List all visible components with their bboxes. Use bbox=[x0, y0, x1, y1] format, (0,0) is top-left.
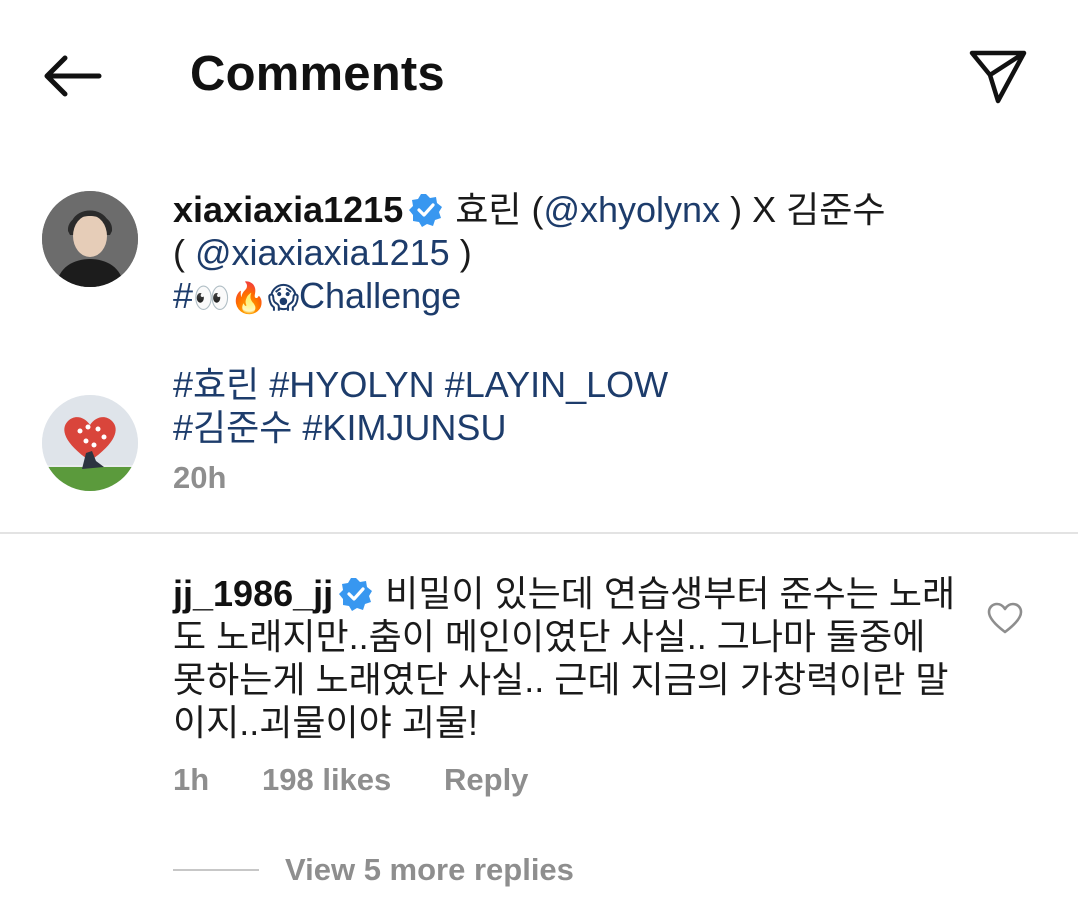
reply-button[interactable]: Reply bbox=[444, 762, 528, 798]
comment-username[interactable]: jj_1986_jj bbox=[173, 573, 333, 614]
header-bar: Comments bbox=[0, 0, 1078, 150]
hashtag-link[interactable]: #김준수 bbox=[173, 407, 292, 448]
like-button[interactable] bbox=[985, 598, 1025, 638]
eyes-emoji: 👀 bbox=[193, 281, 231, 316]
caption-text-part2: ) X 김준수 bbox=[720, 189, 886, 230]
paper-plane-icon bbox=[969, 50, 1027, 104]
caption-text-part4: ) bbox=[449, 232, 472, 273]
comment-text: jj_1986_jj 비밀이 있는데 연습생부터 준수는 노래도 노래지만..춤… bbox=[173, 572, 963, 744]
caption-avatar[interactable] bbox=[42, 191, 138, 287]
mention-link[interactable]: @xiaxiaxia1215 bbox=[195, 232, 450, 273]
view-replies-button[interactable]: View 5 more replies bbox=[173, 852, 574, 888]
likes-count-link[interactable]: 198 likes bbox=[262, 762, 391, 798]
challenge-label: Challenge bbox=[299, 275, 462, 316]
scream-emoji: 😱 bbox=[267, 281, 300, 316]
fire-emoji: 🔥 bbox=[230, 281, 268, 316]
page-title: Comments bbox=[190, 47, 445, 101]
comment-timestamp: 1h bbox=[173, 762, 210, 797]
mention-link[interactable]: @xhyolynx bbox=[543, 189, 720, 230]
caption-text-part3: ( bbox=[173, 232, 195, 273]
profile-photo-icon bbox=[42, 395, 138, 491]
view-replies-label: View 5 more replies bbox=[285, 852, 574, 887]
back-button[interactable] bbox=[36, 44, 108, 108]
caption-text-part1: 효린 ( bbox=[445, 189, 544, 230]
profile-photo-icon bbox=[42, 191, 138, 287]
divider bbox=[0, 532, 1078, 534]
comment-avatar[interactable] bbox=[42, 395, 138, 491]
hashtag-symbol: # bbox=[173, 275, 194, 316]
replies-divider-line bbox=[173, 869, 259, 871]
challenge-hashtag[interactable]: #👀🔥😱Challenge bbox=[173, 274, 963, 320]
hashtag-link[interactable]: #HYOLYN bbox=[269, 364, 434, 405]
hashtag-link[interactable]: #LAYIN_LOW bbox=[445, 364, 668, 405]
verified-badge-icon bbox=[339, 578, 373, 611]
hashtag-link[interactable]: #효린 bbox=[173, 364, 259, 405]
heart-icon bbox=[987, 602, 1023, 634]
share-button[interactable] bbox=[958, 36, 1038, 116]
hashtag-link[interactable]: #KIMJUNSU bbox=[302, 407, 506, 448]
caption-username[interactable]: xiaxiaxia1215 bbox=[173, 189, 403, 230]
caption-text: xiaxiaxia1215 효린 (@xhyolynx ) X 김준수 ( @x… bbox=[173, 188, 963, 449]
arrow-left-icon bbox=[44, 55, 102, 97]
caption-timestamp: 20h bbox=[173, 460, 227, 495]
verified-badge-icon bbox=[409, 194, 443, 227]
